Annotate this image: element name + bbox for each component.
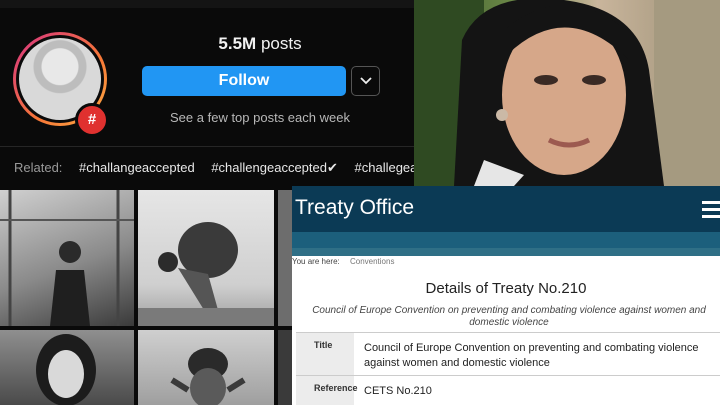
hashtag-badge-icon: # xyxy=(75,103,109,137)
site-header: Treaty Office xyxy=(292,186,720,232)
grid-post-6[interactable] xyxy=(278,330,292,405)
row-value-reference: CETS No.210 xyxy=(364,385,432,397)
table-row: Reference CETS No.210 xyxy=(296,375,720,405)
grid-post-5[interactable] xyxy=(138,330,274,405)
grid-post-4[interactable] xyxy=(0,330,134,405)
breadcrumb-link-conventions[interactable]: Conventions xyxy=(350,257,394,266)
header-bar xyxy=(292,248,720,256)
breadcrumb-prefix: You are here: xyxy=(292,257,340,266)
grid-post-3[interactable] xyxy=(278,190,292,326)
grid-post-1[interactable] xyxy=(0,190,134,326)
page-subtitle: Council of Europe Convention on preventi… xyxy=(312,305,706,328)
post-count-label: posts xyxy=(260,34,302,53)
more-options-button[interactable] xyxy=(351,66,380,96)
divider xyxy=(0,146,414,147)
post-photo-1 xyxy=(0,190,134,326)
header-band xyxy=(292,232,720,248)
hamburger-menu-icon[interactable] xyxy=(702,201,720,222)
top-strip xyxy=(0,0,414,8)
treaty-details-table: Title Council of Europe Convention on pr… xyxy=(296,332,720,405)
related-label: Related: xyxy=(14,160,63,175)
post-photo-5 xyxy=(170,348,246,405)
post-photo-2 xyxy=(138,222,274,326)
related-tag-1[interactable]: #challangeaccepted xyxy=(79,160,195,175)
treaty-office-panel: Treaty Office You are here: Conventions … xyxy=(292,186,720,405)
post-count-value: 5.5M xyxy=(218,34,257,53)
top-posts-subtitle: See a few top posts each week xyxy=(170,110,350,125)
chevron-down-icon xyxy=(359,77,372,85)
post-count: 5.5M posts xyxy=(142,34,378,54)
related-tag-2[interactable]: #challengeaccepted✔ xyxy=(211,160,338,175)
row-value-title: Council of Europe Convention on preventi… xyxy=(364,342,699,369)
page-title: Details of Treaty No.210 xyxy=(425,280,587,297)
follow-button[interactable]: Follow xyxy=(142,66,346,96)
row-label-reference: Reference xyxy=(296,376,358,405)
portrait-photo xyxy=(414,0,720,186)
table-row: Title Council of Europe Convention on pr… xyxy=(296,332,720,375)
post-photo-4 xyxy=(36,334,96,405)
breadcrumb: You are here: Conventions xyxy=(292,257,394,266)
site-title[interactable]: Treaty Office xyxy=(295,196,414,220)
portrait-image xyxy=(414,0,720,186)
grid-post-2[interactable] xyxy=(138,190,274,326)
related-tags: Related: #challangeaccepted #challengeac… xyxy=(14,160,414,176)
row-label-title: Title xyxy=(296,333,354,375)
related-tag-3[interactable]: #challegea xyxy=(355,160,415,175)
